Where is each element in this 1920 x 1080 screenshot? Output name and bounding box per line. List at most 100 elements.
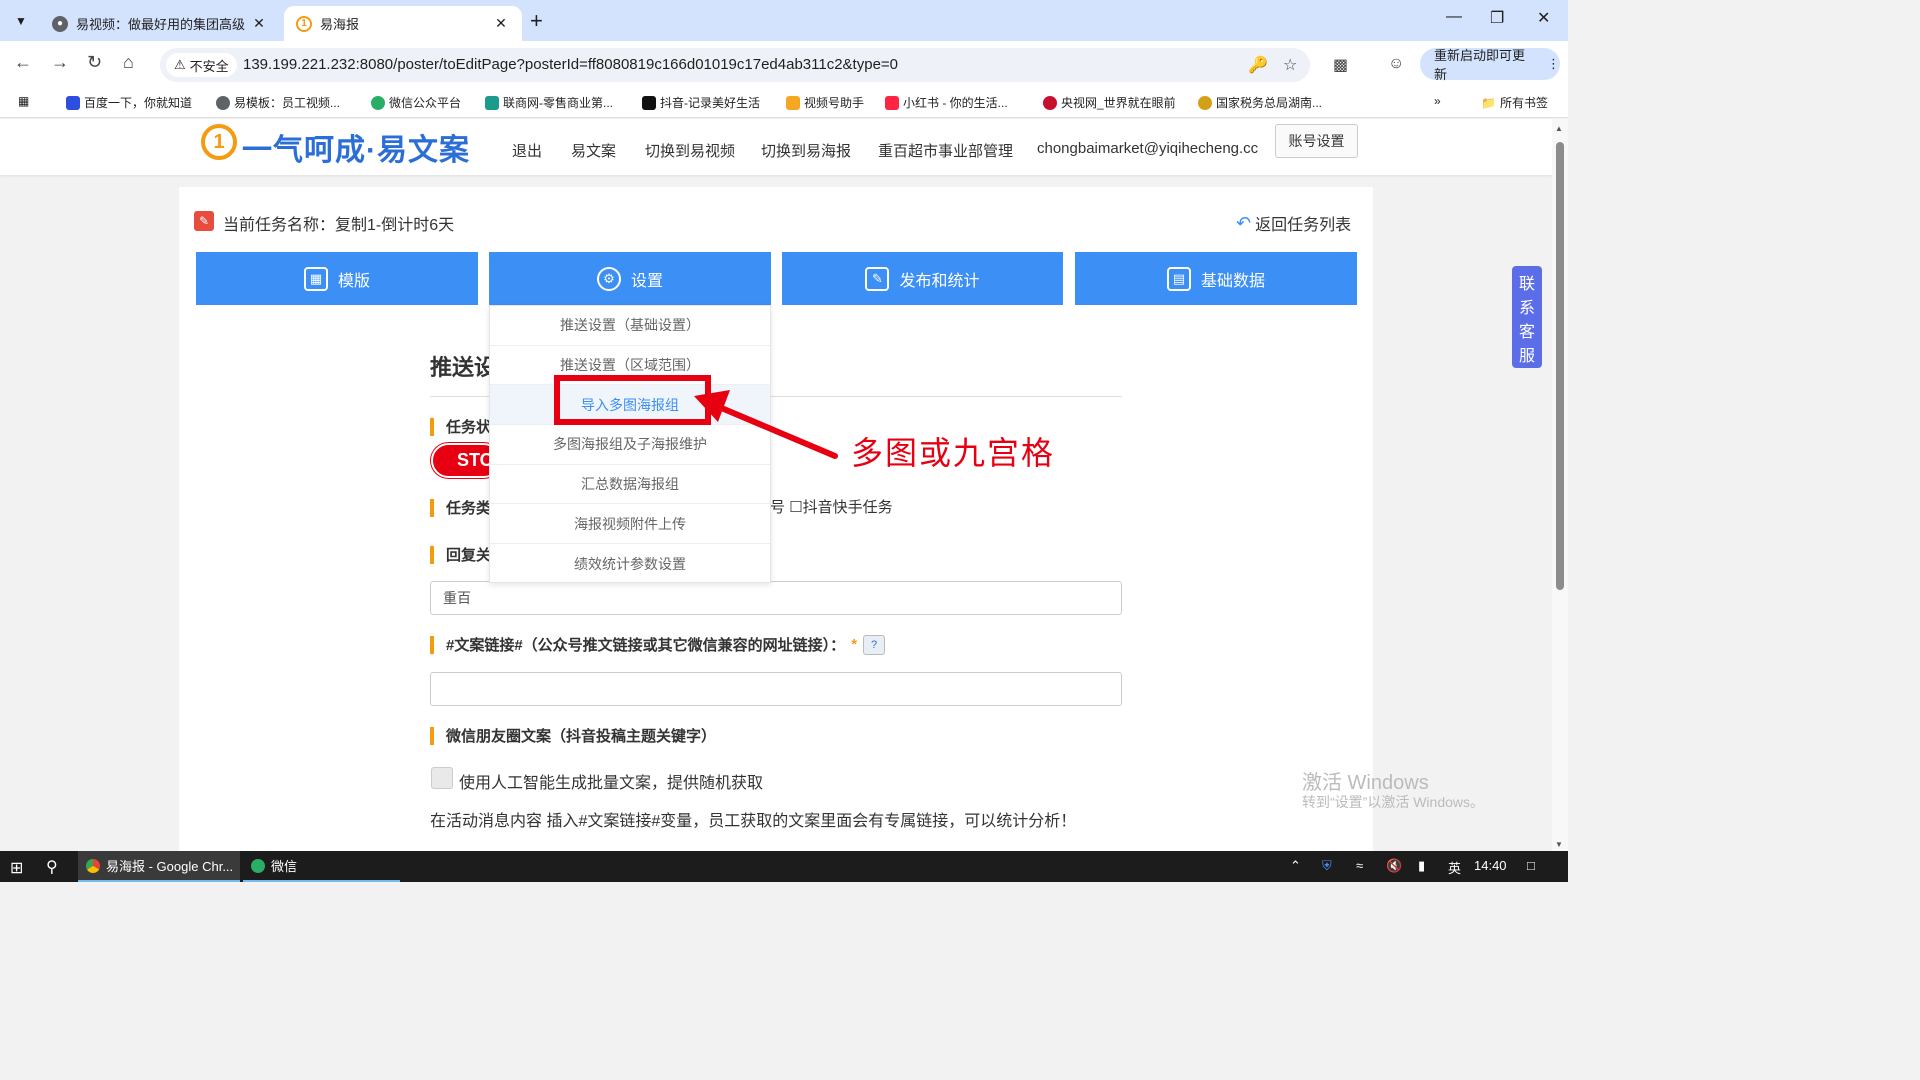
menu-performance-params[interactable]: 绩效统计参数设置 bbox=[490, 544, 770, 584]
more-bookmarks-icon[interactable]: » bbox=[1434, 94, 1441, 108]
menu-summary-poster[interactable]: 汇总数据海报组 bbox=[490, 465, 770, 505]
section-title: 推送设 bbox=[430, 355, 497, 380]
channels-icon bbox=[786, 95, 800, 110]
profile-icon[interactable]: ☺ bbox=[1388, 55, 1404, 73]
menu-push-basic[interactable]: 推送设置（基础设置） bbox=[490, 306, 770, 346]
moments-copy-label: 微信朋友圈文案（抖音投稿主题关键字） bbox=[430, 725, 716, 746]
bookmark-tax[interactable]: 国家税务总局湖南... bbox=[1198, 94, 1322, 111]
extensions-icon[interactable]: ▩ bbox=[1333, 55, 1348, 75]
window-close-icon[interactable]: ✕ bbox=[1537, 8, 1550, 28]
required-mark: * bbox=[851, 636, 858, 653]
minimize-icon[interactable]: — bbox=[1446, 8, 1462, 26]
tab-publish-stats[interactable]: ✎ 发布和统计 bbox=[782, 252, 1063, 305]
search-icon[interactable]: ⚲ bbox=[46, 857, 58, 877]
update-button[interactable]: 重新启动即可更新 ⋮ bbox=[1420, 48, 1560, 82]
article-link-input[interactable] bbox=[430, 672, 1122, 706]
nav-account-email[interactable]: chongbaimarket@yiqihecheng.cc bbox=[1037, 140, 1258, 157]
bookmark-baidu[interactable]: 百度一下，你就知道 bbox=[66, 94, 192, 111]
tab-title: 易海报 bbox=[320, 17, 360, 32]
nav-division-management[interactable]: 重百超市事业部管理 bbox=[878, 140, 1013, 161]
return-arrow-icon: ↶ bbox=[1236, 212, 1252, 233]
scrollbar-thumb[interactable] bbox=[1556, 142, 1564, 590]
tab-yihaibao[interactable]: 1 易海报 ✕ bbox=[284, 6, 522, 41]
clock[interactable]: 14:40 bbox=[1474, 858, 1507, 873]
close-icon[interactable]: ✕ bbox=[492, 15, 510, 32]
ai-generate-checkbox[interactable] bbox=[431, 767, 453, 789]
more-icon: ⋮ bbox=[1547, 56, 1560, 71]
bookmark-yimoban[interactable]: 易模板：员工视频... bbox=[216, 94, 340, 111]
restore-icon[interactable]: ❐ bbox=[1490, 8, 1504, 28]
article-link-label: #文案链接#（公众号推文链接或其它微信兼容的网址链接）： *? bbox=[430, 634, 886, 655]
forward-icon[interactable]: → bbox=[51, 52, 69, 73]
tab-yishipin[interactable]: ● 易视频：做最好用的集团高级 ✕ bbox=[40, 6, 280, 41]
globe-icon bbox=[216, 95, 230, 110]
linkshop-icon bbox=[485, 95, 499, 110]
bookmark-cctv[interactable]: 央视网_世界就在眼前 bbox=[1043, 94, 1176, 111]
cctv-icon bbox=[1043, 95, 1057, 110]
taskbar-wechat[interactable]: 微信 bbox=[243, 851, 400, 882]
apps-grid-icon[interactable]: ▦ bbox=[18, 94, 29, 108]
ime-indicator[interactable]: 英 bbox=[1448, 858, 1461, 877]
bookmark-xiaohongshu[interactable]: 小红书 - 你的生活... bbox=[885, 94, 1008, 111]
link-tip-text: 在活动消息内容 插入#文案链接#变量，员工获取的文案里面会有专属链接，可以统计分… bbox=[430, 813, 1077, 830]
help-icon[interactable]: ? bbox=[863, 634, 886, 655]
star-icon[interactable]: ☆ bbox=[1283, 55, 1297, 75]
home-icon[interactable]: ⌂ bbox=[123, 52, 134, 73]
logo-mark: 1 bbox=[201, 124, 237, 160]
account-settings-button[interactable]: 账号设置 bbox=[1275, 124, 1358, 158]
tab-search-button[interactable]: ▼ bbox=[8, 8, 34, 34]
bookmark-wechat-mp[interactable]: 微信公众平台 bbox=[371, 94, 461, 111]
site-logo-icon: 1 bbox=[296, 15, 312, 32]
nav-switch-video[interactable]: 切换到易视频 bbox=[645, 140, 735, 161]
warning-icon: ⚠ bbox=[174, 57, 186, 72]
xiaohongshu-icon bbox=[885, 95, 899, 110]
tab-template[interactable]: ▦ 模版 bbox=[196, 252, 478, 305]
windows-start-icon[interactable]: ⊞ bbox=[10, 858, 23, 878]
wifi-icon[interactable]: ≈ bbox=[1356, 858, 1363, 873]
menu-attachment-upload[interactable]: 海报视频附件上传 bbox=[490, 504, 770, 545]
task-type-label: 任务类 bbox=[430, 497, 491, 518]
bookmark-channels[interactable]: 视频号助手 bbox=[786, 94, 864, 111]
current-task-name: 当前任务名称：复制1-倒计时6天 bbox=[223, 217, 455, 234]
back-icon[interactable]: ← bbox=[14, 52, 32, 73]
all-bookmarks[interactable]: 📁 所有书签 bbox=[1481, 94, 1548, 111]
back-to-task-list-link[interactable]: ↶ 返回任务列表 bbox=[1236, 211, 1351, 235]
bookmark-linkshop[interactable]: 联商网-零售商业第... bbox=[485, 94, 613, 111]
tab-title: 易视频：做最好用的集团高级 bbox=[76, 17, 246, 32]
taskbar-chrome[interactable]: 易海报 - Google Chr... bbox=[78, 851, 240, 882]
annotation-arrow bbox=[694, 390, 838, 459]
nav-yiwenan[interactable]: 易文案 bbox=[571, 140, 616, 161]
annotation-text: 多图或九宫格 bbox=[851, 435, 1056, 471]
security-chip[interactable]: ⚠ 不安全 bbox=[166, 53, 237, 77]
nav-switch-poster[interactable]: 切换到易海报 bbox=[761, 140, 851, 161]
emblem-icon bbox=[1198, 95, 1212, 110]
notification-icon[interactable]: □ bbox=[1527, 858, 1535, 873]
bookmark-douyin[interactable]: 抖音-记录美好生活 bbox=[642, 94, 760, 111]
baidu-icon bbox=[66, 95, 80, 110]
windows-watermark-subtitle: 转到“设置”以激活 Windows。 bbox=[1302, 794, 1485, 810]
scroll-up-icon[interactable]: ▲ bbox=[1555, 124, 1563, 133]
windows-watermark-title: 激活 Windows bbox=[1302, 772, 1429, 794]
tray-chevron-icon[interactable]: ⌃ bbox=[1290, 858, 1301, 874]
volume-muted-icon[interactable]: 🔇 bbox=[1386, 858, 1402, 874]
close-icon[interactable]: ✕ bbox=[250, 15, 268, 32]
task-edit-icon: ✎ bbox=[194, 211, 214, 231]
url-text[interactable]: 139.199.221.232:8080/poster/toEditPage?p… bbox=[243, 56, 898, 73]
gear-icon: ⚙ bbox=[596, 266, 621, 291]
logo-text: 一气呵成·易文案 bbox=[242, 134, 470, 167]
tab-settings[interactable]: ⚙ 设置 bbox=[489, 252, 771, 305]
nav-logout[interactable]: 退出 bbox=[512, 140, 542, 161]
tab-basic-data[interactable]: ▤ 基础数据 bbox=[1075, 252, 1357, 305]
battery-icon[interactable]: ▮ bbox=[1418, 858, 1425, 874]
key-icon[interactable]: 🔑 bbox=[1248, 55, 1268, 75]
reply-keyword-input[interactable]: 重百 bbox=[430, 581, 1122, 615]
shield-icon[interactable]: ⛨ bbox=[1322, 858, 1332, 874]
reload-icon[interactable]: ↻ bbox=[87, 52, 102, 73]
douyin-task-checkbox[interactable]: 号 ☐抖音快手任务 bbox=[770, 496, 893, 517]
contact-service-button[interactable]: 联 系 客 服 bbox=[1512, 266, 1542, 368]
data-icon: ▤ bbox=[1166, 266, 1191, 291]
scroll-down-icon[interactable]: ▼ bbox=[1555, 840, 1563, 849]
globe-icon: ● bbox=[52, 15, 68, 32]
new-tab-button[interactable]: + bbox=[530, 8, 543, 34]
douyin-icon bbox=[642, 95, 656, 110]
